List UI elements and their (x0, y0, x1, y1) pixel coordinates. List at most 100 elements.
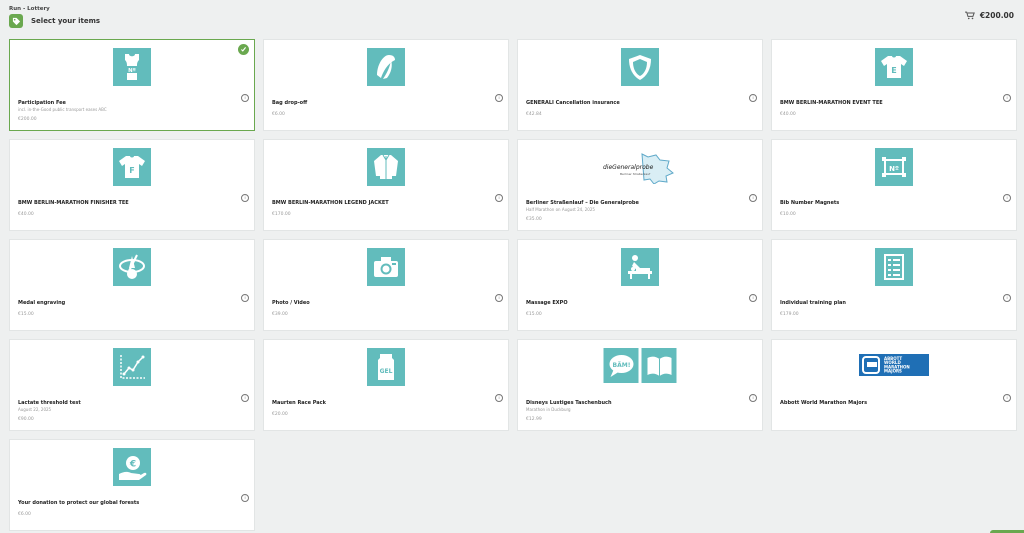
item-card[interactable]: i Bag drop-off €6.00 (263, 39, 509, 131)
info-icon[interactable]: i (1003, 194, 1011, 202)
svg-text:F: F (129, 166, 134, 175)
item-price: €15.00 (526, 312, 542, 317)
item-card[interactable]: i Medal engraving €15.00 (9, 239, 255, 331)
item-name: BMW BERLIN-MARATHON FINISHER TEE (18, 200, 129, 206)
info-icon[interactable]: i (495, 94, 503, 102)
item-card[interactable]: dieGeneralprobe Berliner Straßenlauf i B… (517, 139, 763, 231)
items-grid: Nº i Participation Fee incl. in-the-Good… (9, 39, 1017, 531)
item-description: Half Marathon on August 24, 2025 (526, 207, 595, 212)
svg-text:dieGeneralprobe: dieGeneralprobe (603, 164, 654, 171)
info-icon[interactable]: i (495, 194, 503, 202)
item-price: €39.00 (272, 312, 288, 317)
item-name: Individual training plan (780, 300, 846, 306)
shield-icon (621, 48, 659, 86)
abbott-logo-icon: ABBOTT WORLD MARATHON MAJORS (859, 354, 929, 380)
item-card[interactable]: Nº i Bib Number Magnets €10.00 (771, 139, 1017, 231)
item-name: Photo / Video (272, 300, 310, 306)
info-icon[interactable]: i (241, 94, 249, 102)
item-card[interactable]: i Lactate threshold test August 22, 2025… (9, 339, 255, 431)
item-name: Participation Fee (18, 100, 66, 106)
item-card[interactable]: Nº i Participation Fee incl. in-the-Good… (9, 39, 255, 131)
item-card[interactable]: E i BMW BERLIN-MARATHON EVENT TEE €40.00 (771, 39, 1017, 131)
item-price: €35.00 (526, 217, 542, 222)
medal-icon (113, 248, 151, 286)
item-card[interactable]: GEL i Maurten Race Pack €20.00 (263, 339, 509, 431)
item-card[interactable]: i BMW BERLIN-MARATHON LEGEND JACKET €170… (263, 139, 509, 231)
item-name: Abbott World Marathon Majors (780, 400, 868, 406)
page-header: Run - Lottery Select your items (9, 6, 100, 28)
item-name: BMW BERLIN-MARATHON LEGEND JACKET (272, 200, 389, 206)
jacket-icon (367, 148, 405, 186)
cart-button[interactable]: €200.00 (964, 11, 1014, 20)
info-icon[interactable]: i (241, 194, 249, 202)
bib-magnets-icon: Nº (875, 148, 913, 186)
item-name: Bib Number Magnets (780, 200, 840, 206)
item-price: €6.00 (18, 512, 31, 517)
item-card[interactable]: i Photo / Video €39.00 (263, 239, 509, 331)
tag-icon (9, 14, 23, 28)
info-icon[interactable]: i (495, 394, 503, 402)
generalprobe-logo-icon: dieGeneralprobe Berliner Straßenlauf (600, 152, 680, 188)
item-name: GENERALI Cancellation insurance (526, 100, 620, 106)
item-name: Lactate threshold test (18, 400, 81, 406)
info-icon[interactable]: i (241, 394, 249, 402)
tee-f-icon: F (113, 148, 151, 186)
item-card[interactable]: € i Your donation to protect our global … (9, 439, 255, 531)
item-price: €179.00 (780, 312, 799, 317)
item-card[interactable]: i Individual training plan €179.00 (771, 239, 1017, 331)
cart-total: €200.00 (979, 11, 1014, 20)
breadcrumb: Run - Lottery (9, 6, 50, 12)
item-price: €40.00 (18, 212, 34, 217)
bag-icon (367, 48, 405, 86)
item-price: €10.00 (780, 212, 796, 217)
info-icon[interactable]: i (749, 294, 757, 302)
info-icon[interactable]: i (241, 494, 249, 502)
bib-shirt-icon: Nº (113, 48, 151, 86)
page-title: Select your items (31, 17, 101, 25)
svg-text:€: € (129, 460, 136, 470)
massage-icon (621, 248, 659, 286)
item-name: Maurten Race Pack (272, 400, 326, 406)
selected-check-icon (238, 44, 249, 55)
item-name: Disneys Lustiges Taschenbuch (526, 400, 612, 406)
item-price: €42.84 (526, 112, 542, 117)
tee-e-icon: E (875, 48, 913, 86)
cart-icon (964, 11, 975, 20)
info-icon[interactable]: i (1003, 294, 1011, 302)
info-icon[interactable]: i (241, 294, 249, 302)
info-icon[interactable]: i (749, 94, 757, 102)
info-icon[interactable]: i (749, 394, 757, 402)
svg-text:Nº: Nº (128, 67, 136, 74)
item-name: Bag drop-off (272, 100, 308, 106)
info-icon[interactable]: i (749, 194, 757, 202)
item-card[interactable]: F i BMW BERLIN-MARATHON FINISHER TEE €40… (9, 139, 255, 231)
item-description: incl. in-the-Good public transport eases… (18, 107, 107, 112)
info-icon[interactable]: i (1003, 394, 1011, 402)
item-description: Marathon in Duckburg (526, 407, 571, 412)
item-name: Medal engraving (18, 300, 66, 306)
info-icon[interactable]: i (495, 294, 503, 302)
svg-text:Berliner Straßenlauf: Berliner Straßenlauf (620, 172, 651, 176)
item-name: Massage EXPO (526, 300, 568, 306)
gel-icon: GEL (367, 348, 405, 386)
info-icon[interactable]: i (1003, 94, 1011, 102)
item-price: €20.00 (272, 412, 288, 417)
svg-text:E: E (891, 66, 896, 75)
item-price: €15.00 (18, 312, 34, 317)
item-card[interactable]: BÄM! i Disneys Lustiges Taschenbuch Mara… (517, 339, 763, 431)
item-name: BMW BERLIN-MARATHON EVENT TEE (780, 100, 883, 106)
item-card[interactable]: i GENERALI Cancellation insurance €42.84 (517, 39, 763, 131)
svg-text:MAJORS: MAJORS (884, 369, 902, 374)
item-price: €6.00 (272, 112, 285, 117)
svg-text:BÄM!: BÄM! (612, 362, 630, 369)
item-card[interactable]: ABBOTT WORLD MARATHON MAJORS i Abbott World… (771, 339, 1017, 431)
chart-icon (113, 348, 151, 386)
euro-hand-icon: € (113, 448, 151, 486)
camera-icon (367, 248, 405, 286)
item-description: August 22, 2025 (18, 407, 52, 412)
item-card[interactable]: i Massage EXPO €15.00 (517, 239, 763, 331)
svg-text:GEL: GEL (380, 368, 393, 375)
item-name: Berliner Straßenlauf – Die Generalprobe (526, 200, 639, 206)
item-name: Your donation to protect our global fore… (18, 500, 140, 506)
comic-book-icon: BÄM! (603, 348, 677, 383)
